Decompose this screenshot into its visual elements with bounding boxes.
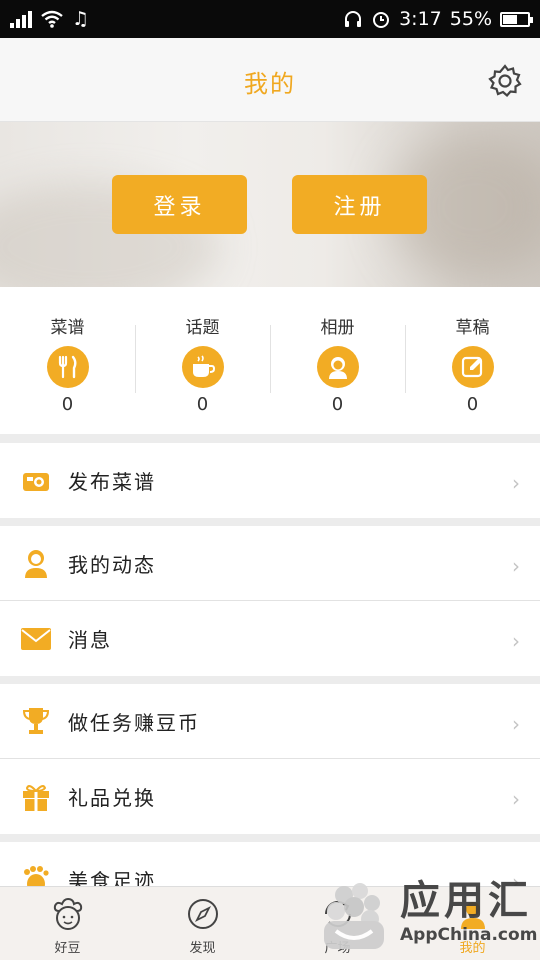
menu-label: 我的动态	[68, 552, 156, 577]
music-icon: ♫	[72, 8, 90, 30]
stat-topics[interactable]: 话题 0	[135, 287, 270, 434]
edit-icon	[451, 346, 494, 388]
envelope-icon	[18, 621, 54, 657]
user-icon	[18, 545, 54, 581]
register-button[interactable]: 注册	[292, 175, 427, 234]
camera-icon	[18, 463, 54, 499]
appchina-logo-icon	[324, 883, 384, 949]
stats-row: 菜谱 0 话题 0 相册 0 草稿 0	[0, 287, 540, 434]
chevron-right-icon: ›	[512, 787, 520, 811]
menu-label: 发布菜谱	[68, 470, 156, 494]
menu-label: 消息	[68, 628, 112, 652]
menu-group-rewards: 做任务赚豆币 › 礼品兑换 ›	[0, 684, 540, 834]
trophy-icon	[18, 703, 54, 739]
tab-label: 好豆	[54, 941, 81, 956]
stat-drafts[interactable]: 草稿 0	[405, 287, 540, 434]
headphone-icon	[345, 11, 362, 27]
stat-label: 草稿	[455, 318, 490, 338]
chevron-right-icon: ›	[512, 554, 520, 578]
status-bar: ♫ 3:17 55%	[0, 0, 540, 38]
settings-gear-icon[interactable]	[486, 62, 524, 100]
menu-item-gift-exchange[interactable]: 礼品兑换 ›	[0, 759, 540, 834]
stat-value: 0	[331, 394, 344, 415]
menu-item-messages[interactable]: 消息 ›	[0, 601, 540, 676]
battery-icon	[500, 11, 533, 27]
chevron-right-icon: ›	[512, 712, 520, 736]
stat-label: 菜谱	[50, 318, 85, 338]
stat-label: 相册	[320, 318, 355, 338]
menu-item-tasks[interactable]: 做任务赚豆币 ›	[0, 684, 540, 759]
page-title: 我的	[244, 70, 296, 98]
app-header: 我的	[0, 38, 540, 122]
login-button[interactable]: 登录	[112, 175, 247, 234]
watermark-en: AppChina.com	[400, 925, 538, 945]
tab-discover[interactable]: 发现	[135, 887, 270, 960]
status-time: 3:17	[399, 8, 442, 30]
menu-group-publish: 发布菜谱 ›	[0, 443, 540, 518]
tab-haodou[interactable]: 好豆	[0, 887, 135, 960]
stat-value: 0	[61, 394, 74, 415]
person-icon	[316, 346, 359, 388]
appchina-watermark: 应用汇 AppChina.com	[318, 866, 540, 960]
watermark-cn: 应用汇	[400, 878, 532, 924]
stat-albums[interactable]: 相册 0	[270, 287, 405, 434]
menu-label: 做任务赚豆币	[68, 710, 200, 735]
tab-label: 发现	[189, 941, 216, 956]
menu-group-social: 我的动态 › 消息 ›	[0, 526, 540, 676]
menu-item-my-activity[interactable]: 我的动态 ›	[0, 526, 540, 601]
compass-icon	[187, 899, 218, 929]
chevron-right-icon: ›	[512, 471, 520, 495]
battery-percent: 55%	[449, 8, 492, 30]
wifi-icon	[41, 10, 63, 28]
menu-item-publish-recipe[interactable]: 发布菜谱 ›	[0, 443, 540, 518]
signal-icon	[10, 10, 32, 28]
stat-label: 话题	[185, 318, 220, 338]
stat-value: 0	[196, 394, 209, 415]
gift-icon	[18, 779, 54, 815]
coffee-cup-icon	[181, 346, 224, 388]
fork-knife-icon	[46, 346, 89, 388]
menu-label: 礼品兑换	[68, 786, 156, 810]
alarm-icon	[373, 12, 390, 28]
login-banner: 登录 注册	[0, 122, 540, 287]
chef-icon	[53, 897, 82, 930]
stat-recipes[interactable]: 菜谱 0	[0, 287, 135, 434]
stat-value: 0	[466, 394, 479, 415]
chevron-right-icon: ›	[512, 629, 520, 653]
